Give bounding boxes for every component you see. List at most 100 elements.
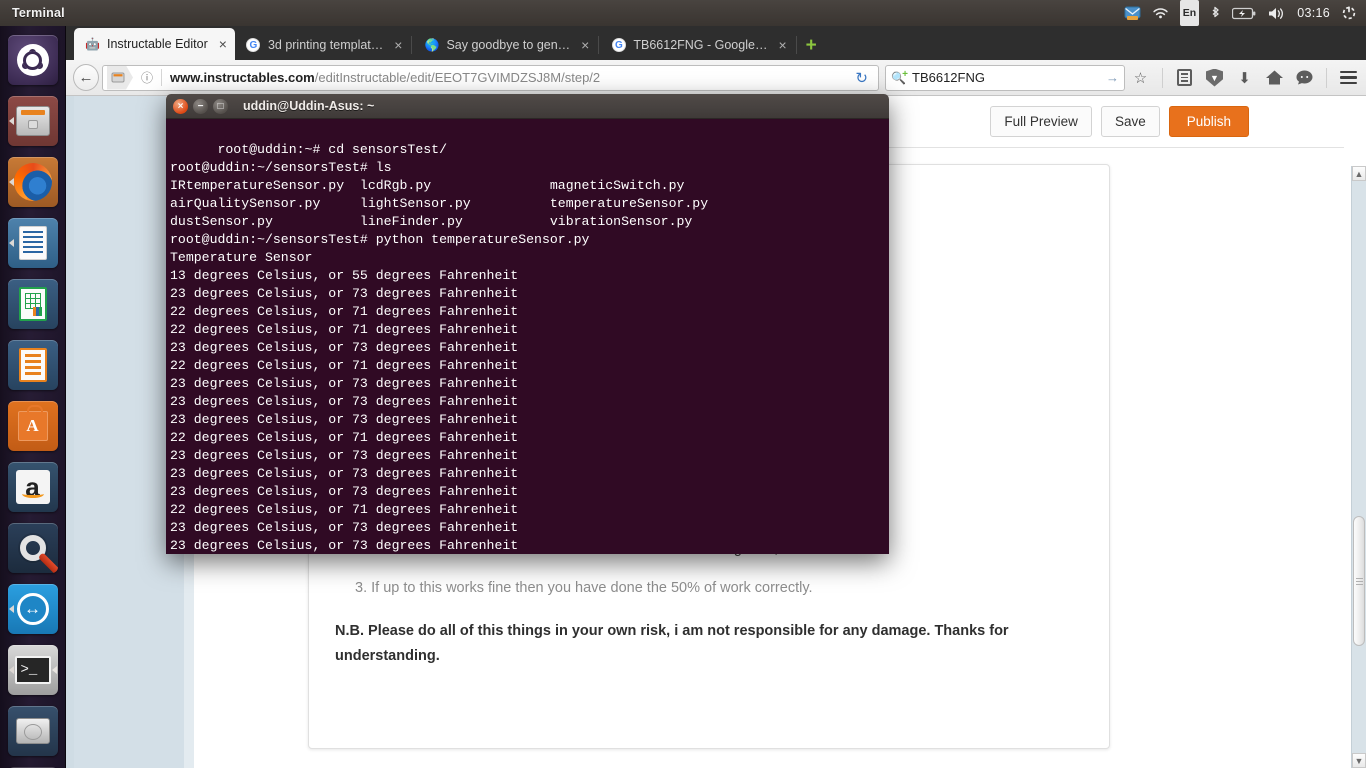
new-tab-button[interactable]: + [806,36,817,55]
launcher-item-system-settings[interactable] [7,523,58,573]
url-text: www.instructables.com/editInstructable/e… [167,70,844,85]
reading-list-icon[interactable] [1174,67,1195,88]
unity-launcher: ↔ >_ [0,26,66,768]
terminal-icon: >_ [14,656,51,684]
site-identity-icon[interactable] [107,66,133,90]
impress-presentation-icon [18,348,47,382]
launcher-item-teamviewer[interactable]: ↔ [7,584,58,634]
firefox-icon [13,163,52,201]
scroll-up-arrow[interactable]: ▲ [1352,166,1366,181]
scrollbar-track[interactable] [1353,181,1365,753]
focused-pip [51,666,57,674]
search-input-value[interactable]: TB6612FNG [912,70,1101,85]
url-domain: www.instructables.com [170,70,315,85]
maximize-icon[interactable]: □ [213,98,228,114]
running-pip [8,117,14,125]
back-button[interactable]: ← [73,64,99,91]
downloads-icon[interactable]: ⬇ [1234,67,1255,88]
back-arrow-icon: ← [73,64,99,91]
tab-close-icon[interactable]: × [394,38,402,52]
wifi-icon[interactable] [1152,0,1169,26]
system-tray: En 03:16 [1124,0,1366,26]
close-icon[interactable]: × [173,98,188,114]
gear-wrench-icon [19,535,58,573]
software-bag-icon [17,405,48,441]
save-button[interactable]: Save [1100,106,1160,137]
hard-disk-icon [15,718,50,744]
search-bar[interactable]: 🔍 + TB6612FNG → [885,64,1125,91]
scrollbar-thumb[interactable] [1353,516,1365,646]
tab-separator [411,36,413,54]
running-pip [8,239,14,247]
toolbar-separator [1326,67,1327,88]
tab-instructable-editor[interactable]: 🤖 Instructable Editor × [74,28,235,60]
messaging-icon[interactable] [1124,0,1141,26]
terminal-titlebar[interactable]: × − □ uddin@Uddin-Asus: ~ [166,94,889,119]
tab-3d-printing[interactable]: G 3d printing templat… × [235,30,411,60]
home-icon[interactable] [1264,67,1285,88]
launcher-item-ubuntu-software[interactable] [7,401,58,451]
url-path: /editInstructable/edit/EEOT7GVIMDZSJ8M/s… [314,70,601,85]
unity-top-panel: Terminal En 03:16 [0,0,1366,26]
screen-root: Terminal En 03:16 A a ↔ >_ 🤖 Instructabl… [0,0,1366,768]
tab-bar: 🤖 Instructable Editor × G 3d printing te… [66,26,1366,60]
page-scrollbar[interactable]: ▲ ▼ [1351,166,1366,768]
writer-document-icon [18,226,47,260]
amazon-icon [15,470,50,504]
terminal-output[interactable]: root@uddin:~# cd sensorsTest/ root@uddin… [166,119,889,554]
body-note: N.B. Please do all of this things in you… [335,622,1009,664]
google-icon: G [246,38,261,53]
tab-label: 3d printing templat… [267,38,384,52]
launcher-item-libreoffice-impress[interactable] [7,340,58,390]
reload-icon[interactable]: ↻ [849,69,874,87]
tab-tb6612fng[interactable]: G TB6612FNG - Google… × [600,30,794,60]
robot-icon: 🤖 [85,37,100,51]
bookmark-star-icon[interactable]: ☆ [1130,67,1151,88]
running-pip [8,666,14,674]
globe-icon: 🌎 [424,38,440,52]
running-pip [8,605,14,613]
bluetooth-icon[interactable] [1210,0,1221,26]
terminal-text: root@uddin:~# cd sensorsTest/ root@uddin… [170,142,709,553]
launcher-item-amazon[interactable] [7,462,58,512]
toolbar-separator [1162,67,1163,88]
browser-toolbar-icons: ☆ ▼ ⬇ [1130,67,1359,88]
launcher-item-ubuntu-dash[interactable] [7,35,58,85]
tab-separator [795,36,797,54]
launcher-item-terminal[interactable]: >_ [7,645,58,695]
tab-say-goodbye[interactable]: 🌎 Say goodbye to gen… × [413,30,597,60]
search-go-icon[interactable]: → [1106,70,1119,85]
power-gear-icon[interactable] [1341,0,1357,26]
launcher-item-disk[interactable] [7,706,58,756]
launcher-item-files[interactable] [7,96,58,146]
panel-app-name[interactable]: Terminal [12,6,65,20]
calc-spreadsheet-icon [18,287,47,321]
ubuntu-logo-icon [16,44,49,76]
tab-close-icon[interactable]: × [581,38,589,52]
launcher-item-libreoffice-calc[interactable] [7,279,58,329]
menu-hamburger-icon[interactable] [1338,67,1359,88]
launcher-item-firefox[interactable] [7,157,58,207]
body-numbered-line: 3. If up to this works fine then you hav… [355,579,813,596]
scroll-down-arrow[interactable]: ▼ [1352,753,1366,768]
launcher-item-libreoffice-writer[interactable] [7,218,58,268]
tab-close-icon[interactable]: × [778,38,786,52]
minimize-icon[interactable]: − [193,98,208,114]
tab-close-icon[interactable]: × [219,37,227,51]
running-pip [8,178,14,186]
info-circle-icon[interactable]: ⓘ [138,69,156,86]
clock[interactable]: 03:16 [1297,0,1330,26]
url-divider [161,69,163,86]
terminal-title: uddin@Uddin-Asus: ~ [243,99,375,113]
full-preview-button[interactable]: Full Preview [990,106,1092,137]
keyboard-layout-indicator[interactable]: En [1179,0,1200,26]
search-plus-icon: 🔍 + [891,68,908,85]
address-bar[interactable]: ⓘ www.instructables.com/editInstructable… [102,64,879,91]
google-icon: G [611,38,626,53]
battery-icon[interactable] [1232,0,1256,26]
teamviewer-icon: ↔ [16,593,49,625]
sync-chat-icon[interactable] [1294,67,1315,88]
volume-icon[interactable] [1267,0,1286,26]
publish-button[interactable]: Publish [1168,106,1249,137]
pocket-shield-icon[interactable]: ▼ [1204,67,1225,88]
